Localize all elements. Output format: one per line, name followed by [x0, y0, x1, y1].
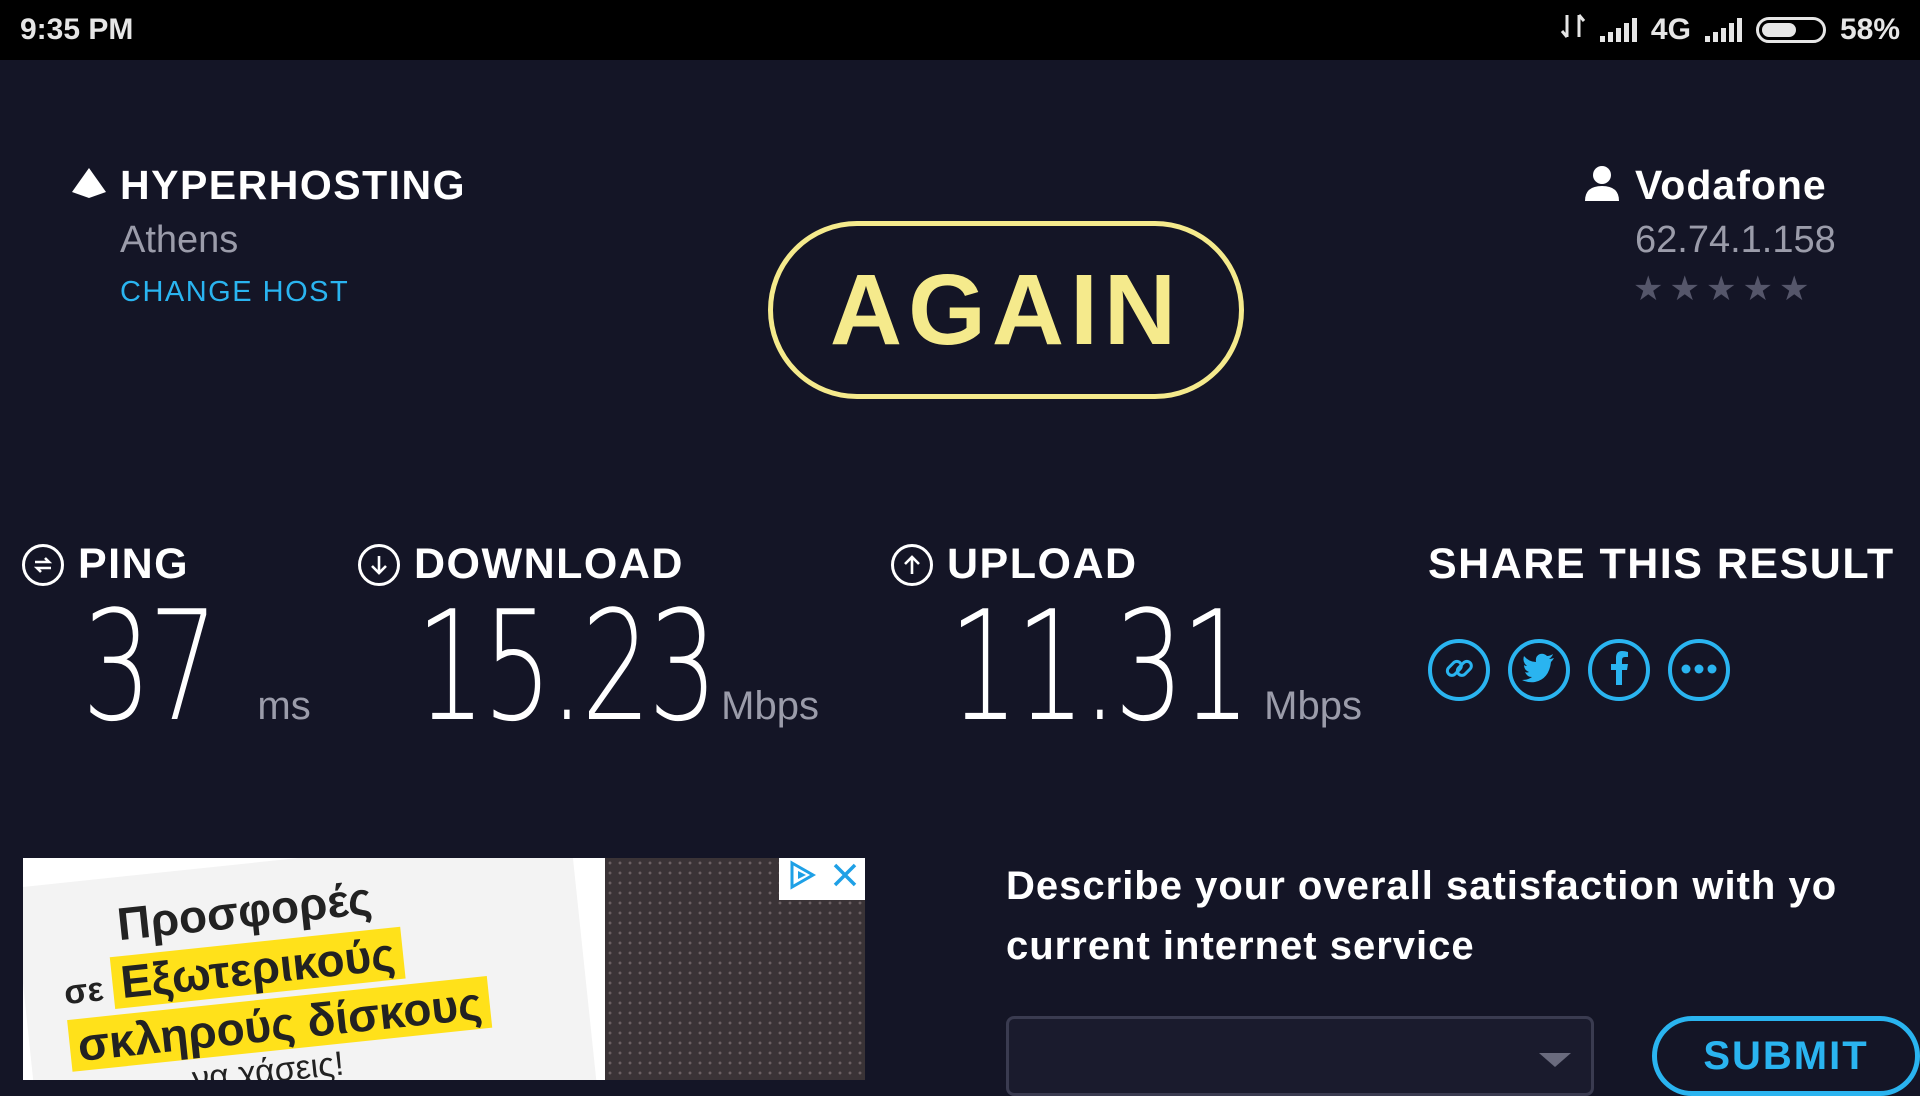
advertisement-banner[interactable]: Προσφορές σε Εξωτερικούς σκληρούς δίσκους… — [23, 858, 865, 1080]
ad-line-2-prefix: σε — [62, 970, 106, 1013]
link-icon — [1442, 651, 1476, 690]
star-icon[interactable]: ★ — [1633, 272, 1663, 306]
download-unit: Mbps — [721, 684, 819, 728]
status-time: 9:35 PM — [20, 13, 134, 46]
user-icon — [1583, 164, 1621, 207]
survey-question-line-1: Describe your overall satisfaction with … — [1006, 864, 1838, 908]
isp-info: Vodafone 62.74.1.158 ★ ★ ★ ★ ★ — [1583, 162, 1836, 306]
ping-value: 37 — [82, 578, 218, 755]
survey-question-line-2: current internet service — [1006, 924, 1475, 968]
server-host: HYPERHOSTING Athens CHANGE HOST — [70, 162, 466, 309]
submit-button[interactable]: SUBMIT — [1652, 1016, 1920, 1096]
satisfaction-dropdown[interactable] — [1006, 1016, 1594, 1096]
star-icon[interactable]: ★ — [1779, 272, 1809, 306]
again-button[interactable]: AGAIN — [768, 221, 1244, 399]
download-icon — [358, 543, 400, 586]
adchoices-icon[interactable] — [787, 860, 817, 898]
satisfaction-survey: Describe your overall satisfaction with … — [1006, 856, 1920, 1096]
share-title: SHARE THIS RESULT — [1428, 540, 1895, 588]
ping-metric: PING 37 ms — [22, 540, 311, 743]
star-icon[interactable]: ★ — [1706, 272, 1736, 306]
triangle-host-icon — [70, 166, 108, 205]
ip-address: 62.74.1.158 — [1635, 219, 1836, 261]
facebook-icon — [1609, 650, 1629, 690]
upload-value: 11.31 — [949, 578, 1251, 755]
upload-unit: Mbps — [1264, 684, 1362, 728]
data-transfer-icon — [1560, 11, 1586, 49]
ping-unit: ms — [257, 684, 311, 728]
status-indicators: 4G 58% — [1560, 11, 1900, 49]
more-share-button[interactable] — [1668, 639, 1730, 701]
battery-percent: 58% — [1839, 13, 1900, 46]
signal-strength-icon-2 — [1704, 18, 1742, 42]
isp-rating[interactable]: ★ ★ ★ ★ ★ — [1633, 272, 1836, 306]
download-metric: DOWNLOAD 15.23 Mbps — [358, 540, 819, 743]
download-value: 15.23 — [416, 578, 718, 755]
signal-strength-icon — [1599, 18, 1637, 42]
battery-icon — [1755, 17, 1826, 43]
ad-choices-badge — [779, 858, 865, 900]
more-icon — [1681, 661, 1717, 679]
battery-fill — [1761, 23, 1796, 37]
star-icon[interactable]: ★ — [1669, 272, 1699, 306]
host-city: Athens — [120, 219, 239, 261]
chevron-down-icon — [1539, 1053, 1571, 1067]
status-bar: 9:35 PM 4G 58% — [0, 0, 1920, 60]
close-ad-icon[interactable] — [832, 862, 858, 896]
twitter-icon — [1522, 653, 1556, 688]
change-host-link[interactable]: CHANGE HOST — [120, 276, 466, 309]
upload-icon — [891, 543, 933, 586]
isp-name: Vodafone — [1635, 162, 1827, 208]
ad-card: Προσφορές σε Εξωτερικούς σκληρούς δίσκους… — [23, 858, 598, 1080]
ping-icon — [22, 543, 64, 586]
star-icon[interactable]: ★ — [1742, 272, 1772, 306]
facebook-share-button[interactable] — [1588, 639, 1650, 701]
upload-metric: UPLOAD 11.31 Mbps — [891, 540, 1362, 743]
link-share-button[interactable] — [1428, 639, 1490, 701]
host-name: HYPERHOSTING — [120, 162, 467, 208]
network-type: 4G — [1650, 13, 1691, 46]
twitter-share-button[interactable] — [1508, 639, 1570, 701]
share-section: SHARE THIS RESULT — [1428, 540, 1895, 701]
